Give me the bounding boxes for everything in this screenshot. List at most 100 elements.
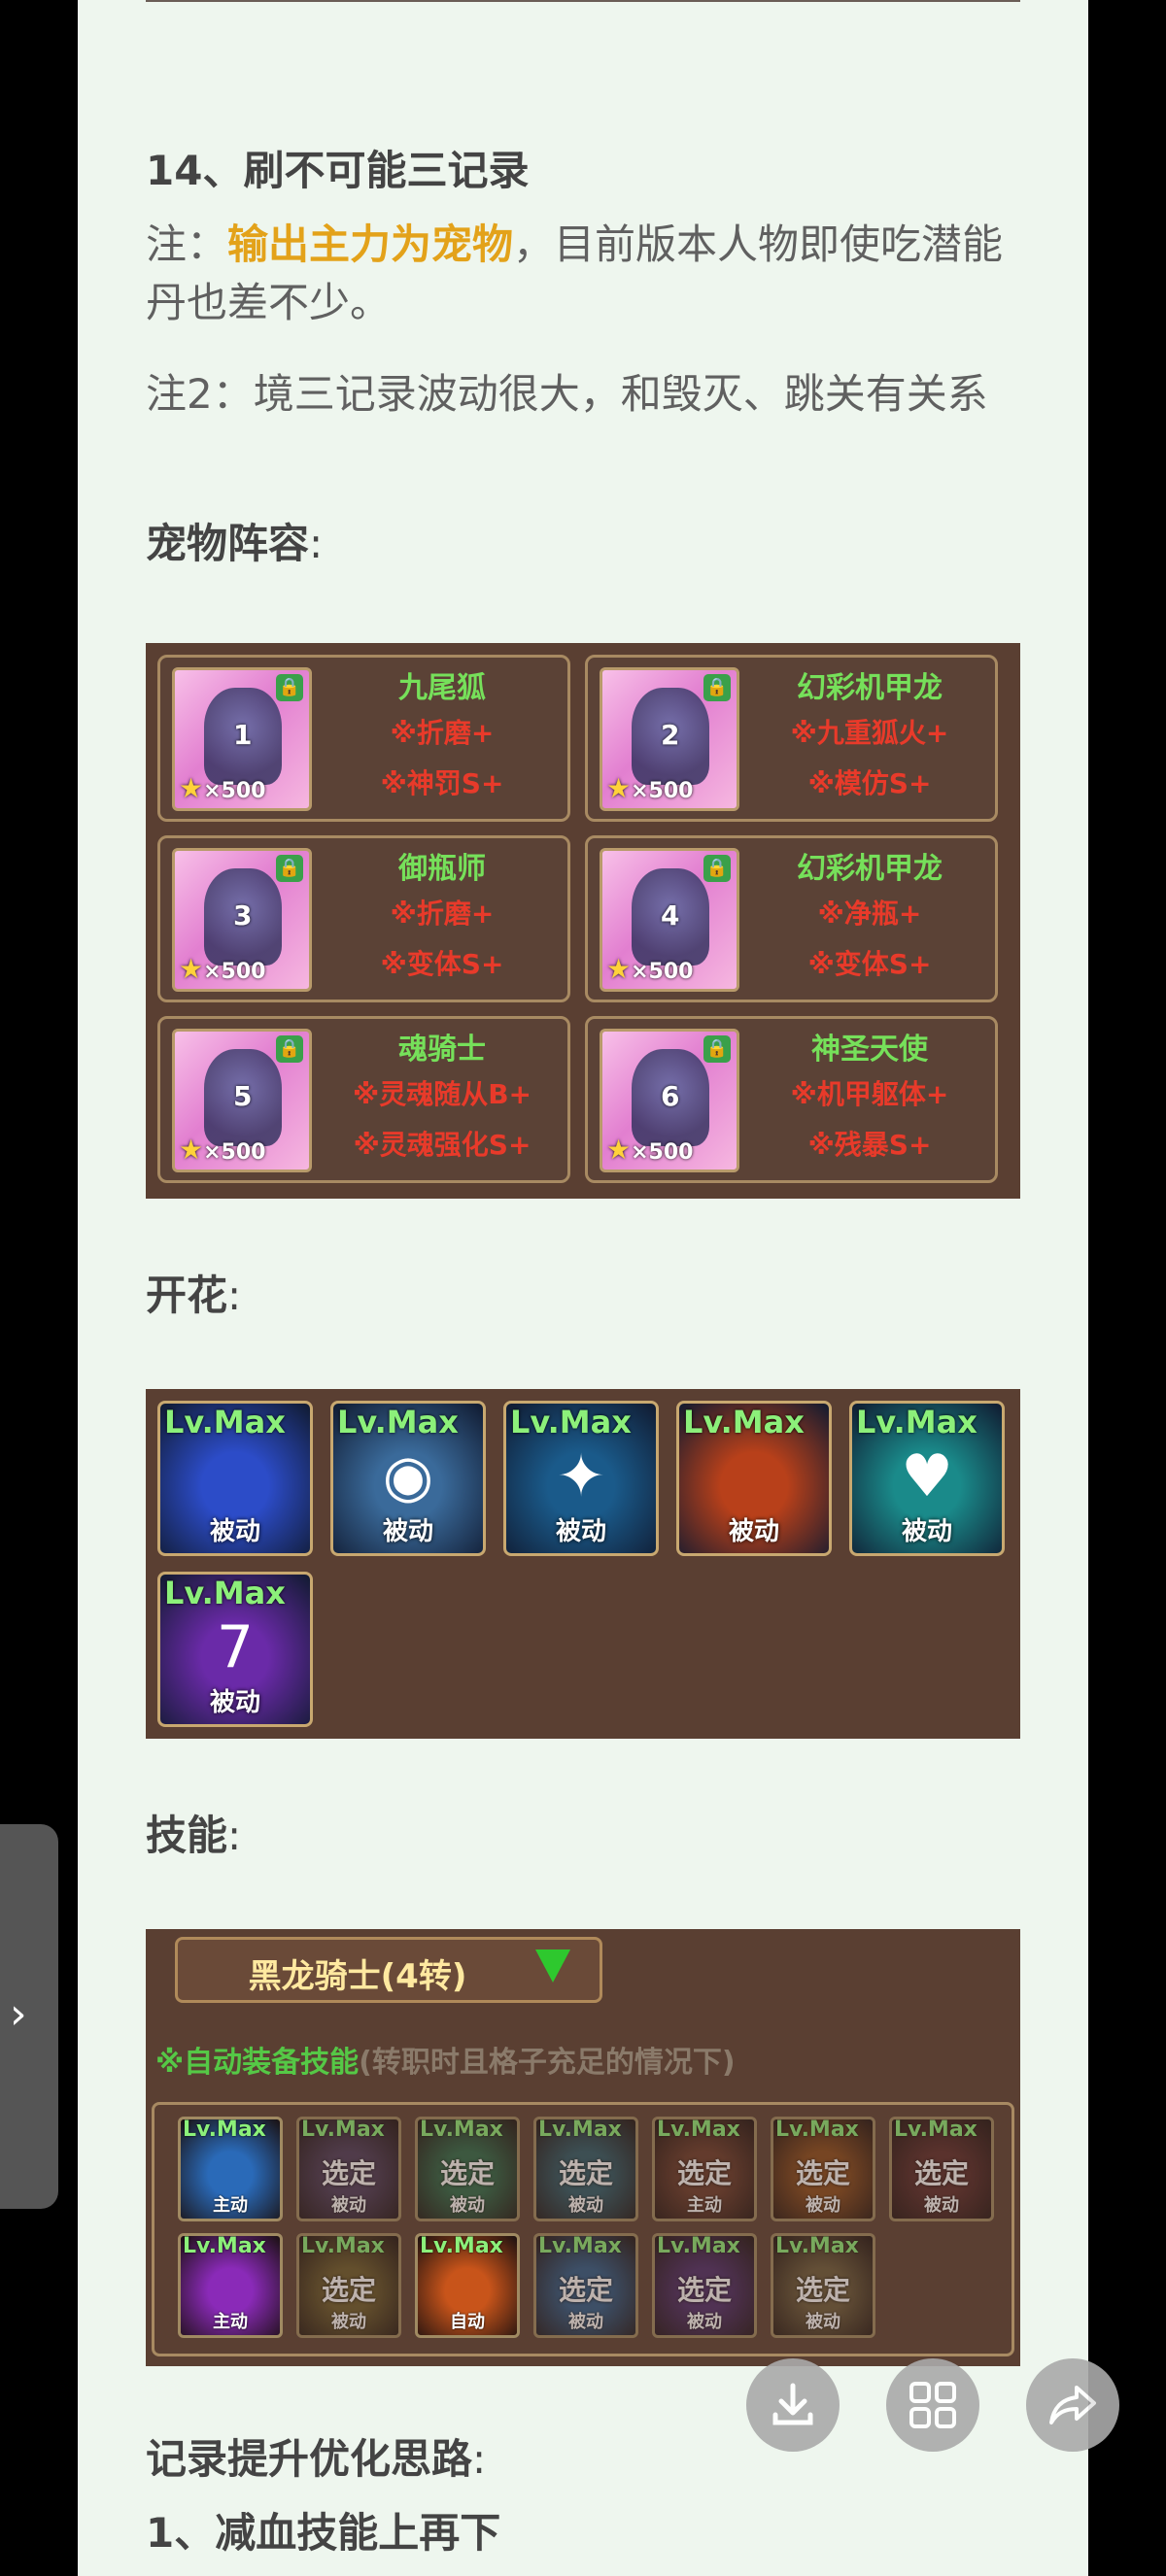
skill-type-label: 被动 xyxy=(806,2312,840,2332)
skill-icon[interactable]: Lv.Max 选定 被动 xyxy=(296,2233,401,2338)
section-title: 14、刷不可能三记录 xyxy=(146,147,530,194)
selected-label: 选定 xyxy=(321,2157,376,2189)
level-label: Lv.Max xyxy=(538,2234,622,2258)
level-label: Lv.Max xyxy=(420,2118,503,2142)
star-count: ★×500 xyxy=(606,772,694,804)
pet-name: 魂骑士 xyxy=(398,1033,486,1067)
pet-portrait: 4 🔒 ★×500 xyxy=(600,848,739,992)
flower-skill-icon[interactable]: Lv.Max 被动 xyxy=(157,1401,313,1556)
flower-skill-icon[interactable]: ✦ Lv.Max 被动 xyxy=(503,1401,659,1556)
star-icon: ★ xyxy=(179,772,204,804)
flower-skill-icon[interactable]: ♥ Lv.Max 被动 xyxy=(849,1401,1005,1556)
flower-skill-icon[interactable]: Lv.Max 被动 xyxy=(676,1401,832,1556)
pet-name: 九尾狐 xyxy=(398,671,486,705)
pet-card[interactable]: 1 🔒 ★×500 九尾狐 ※折磨+ ※神罚S+ xyxy=(157,655,570,822)
star-count: ★×500 xyxy=(179,1134,266,1166)
pet-skill-1: ※折磨+ xyxy=(390,898,495,930)
flower-glyph: 7 xyxy=(216,1613,255,1681)
flower-glyph: ◉ xyxy=(382,1442,434,1510)
skill-icon[interactable]: Lv.Max 选定被动 xyxy=(533,2233,638,2338)
share-button[interactable] xyxy=(1026,2358,1119,2452)
share-icon xyxy=(1049,2386,1096,2424)
selected-label: 选定 xyxy=(676,2274,732,2306)
pet-slot-number: 5 xyxy=(233,1080,253,1112)
skill-type-label: 主动 xyxy=(687,2195,722,2216)
level-label: Lv.Max xyxy=(775,2118,859,2142)
pet-name: 御瓶师 xyxy=(398,852,486,886)
pet-card[interactable]: 5 🔒 ★×500 魂骑士 ※灵魂随从B+ ※灵魂强化S+ xyxy=(157,1016,570,1183)
star-count: ★×500 xyxy=(606,1134,694,1166)
side-drawer-tab[interactable]: › xyxy=(0,1824,58,2209)
selected-label: 选定 xyxy=(558,2157,613,2189)
skill-icon[interactable]: Lv.Max 选定 被动 xyxy=(296,2117,401,2221)
divider xyxy=(146,0,1020,2)
pet-skill-1: ※机甲躯体+ xyxy=(790,1078,949,1110)
lock-icon: 🔒 xyxy=(703,855,731,882)
pet-card[interactable]: 3 🔒 ★×500 御瓶师 ※折磨+ ※变体S+ xyxy=(157,835,570,1002)
pet-name: 幻彩机甲龙 xyxy=(797,671,943,705)
pet-skill-1: ※净瓶+ xyxy=(817,898,922,930)
star-icon: ★ xyxy=(606,953,632,985)
flower-label: 开花: xyxy=(146,1271,242,1319)
skill-icon[interactable]: Lv.Max 选定被动 xyxy=(771,2117,875,2221)
pet-card[interactable]: 2 🔒 ★×500 幻彩机甲龙 ※九重狐火+ ※模仿S+ xyxy=(585,655,998,822)
skill-icon[interactable]: Lv.Max 选定 主动 xyxy=(652,2117,757,2221)
pet-name: 神圣天使 xyxy=(811,1033,928,1067)
selected-label: 选定 xyxy=(558,2274,613,2306)
download-button[interactable] xyxy=(746,2358,840,2452)
skill-type-label: 被动 xyxy=(728,1517,779,1546)
flower-skill-icon[interactable]: 7 Lv.Max 被动 xyxy=(157,1572,313,1727)
pet-portrait: 5 🔒 ★×500 xyxy=(172,1029,312,1172)
download-icon xyxy=(772,2383,813,2425)
dropdown-triangle-icon xyxy=(535,1949,570,1983)
skill-type-label: 被动 xyxy=(382,1517,433,1546)
grid-menu-button[interactable] xyxy=(886,2358,979,2452)
lock-icon: 🔒 xyxy=(703,1035,731,1063)
level-label: Lv.Max xyxy=(164,1404,286,1441)
skill-icon[interactable]: Lv.Max 自动 xyxy=(415,2233,520,2338)
star-icon: ★ xyxy=(179,1134,204,1166)
skill-icon[interactable]: Lv.Max 选定 被动 xyxy=(652,2233,757,2338)
lock-icon: 🔒 xyxy=(276,855,303,882)
lock-icon: 🔒 xyxy=(276,1035,303,1063)
pet-card[interactable]: 6 🔒 ★×500 神圣天使 ※机甲躯体+ ※残暴S+ xyxy=(585,1016,998,1183)
auto-equip-note: ※自动装备技能(转职时且格子充足的情况下) xyxy=(155,2046,736,2080)
grid-icon xyxy=(909,2382,956,2428)
lock-icon: 🔒 xyxy=(276,674,303,701)
skill-icon[interactable]: Lv.Max 选定 被动 xyxy=(415,2117,520,2221)
pet-slot-number: 1 xyxy=(233,719,253,751)
pet-card[interactable]: 4 🔒 ★×500 幻彩机甲龙 ※净瓶+ ※变体S+ xyxy=(585,835,998,1002)
star-icon: ★ xyxy=(179,953,204,985)
note-2: 注2：境三记录波动很大，和毁灭、跳关有关系 xyxy=(146,370,988,418)
level-label: Lv.Max xyxy=(337,1404,459,1441)
selected-label: 选定 xyxy=(795,2157,850,2189)
article-page: 14、刷不可能三记录 注：输出主力为宠物，目前版本人物即使吃潜能丹也差不少。 注… xyxy=(78,0,1088,2576)
star-icon: ★ xyxy=(606,772,632,804)
pet-skill-1: ※九重狐火+ xyxy=(790,717,949,749)
skill-icon[interactable]: Lv.Max 主动 xyxy=(178,2117,283,2221)
skill-icon[interactable]: Lv.Max 选定 被动 xyxy=(889,2117,994,2221)
level-label: Lv.Max xyxy=(856,1404,977,1441)
skill-type-label: 被动 xyxy=(331,2195,366,2216)
skill-icon[interactable]: Lv.Max 选定 被动 xyxy=(533,2117,638,2221)
pet-slot-number: 2 xyxy=(661,719,680,751)
star-count: ★×500 xyxy=(606,953,694,985)
star-count: ★×500 xyxy=(179,953,266,985)
pet-skill-1: ※灵魂随从B+ xyxy=(352,1078,532,1110)
pet-portrait: 6 🔒 ★×500 xyxy=(600,1029,739,1172)
pet-slot-number: 4 xyxy=(661,899,680,932)
skill-type-label: 被动 xyxy=(331,2312,366,2332)
pet-portrait: 1 🔒 ★×500 xyxy=(172,667,312,811)
pet-skill-1: ※折磨+ xyxy=(390,717,495,749)
job-selector[interactable]: 黑龙骑士(4转) xyxy=(175,1937,602,2003)
skill-type-label: 被动 xyxy=(568,2312,603,2332)
skill-type-label: 被动 xyxy=(806,2195,840,2216)
skill-type-label: 被动 xyxy=(901,1517,952,1546)
flower-glyph: ♥ xyxy=(901,1442,953,1510)
flower-skill-icon[interactable]: ◉ Lv.Max 被动 xyxy=(330,1401,486,1556)
pet-skill-2: ※变体S+ xyxy=(807,948,932,980)
skill-icon[interactable]: Lv.Max 选定 被动 xyxy=(771,2233,875,2338)
level-label: Lv.Max xyxy=(183,2118,266,2142)
skill-icon[interactable]: Lv.Max 主动 xyxy=(178,2233,283,2338)
level-label: Lv.Max xyxy=(657,2234,740,2258)
